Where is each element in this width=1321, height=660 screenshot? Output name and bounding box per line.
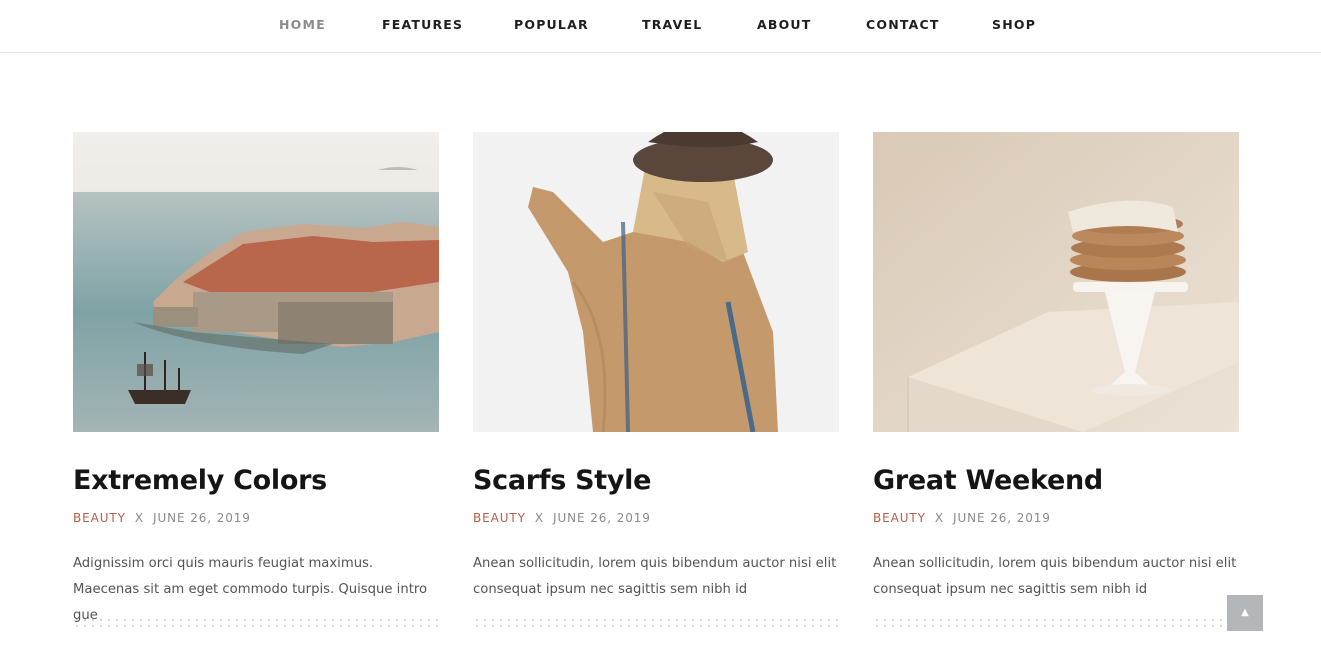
post-date: JUNE 26, 2019 [153,511,251,525]
cookies-on-stand-image [873,132,1239,432]
post-card: Great Weekend BEAUTY X JUNE 26, 2019 Anean… [873,132,1239,631]
post-image-coastal-city[interactable] [73,132,439,432]
nav-contact[interactable]: CONTACT [866,17,940,32]
nav-shop[interactable]: SHOP [992,17,1036,32]
post-title[interactable]: Great Weekend [873,465,1103,496]
post-card: Scarfs Style BEAUTY X JUNE 26, 2019 Anean … [473,132,839,631]
dotted-divider [473,617,839,631]
back-to-top-button[interactable]: ▲ [1227,595,1263,631]
dotted-divider [873,617,1239,631]
meta-separator: X [534,511,544,525]
chevron-up-icon: ▲ [1241,607,1249,618]
post-category-link[interactable]: BEAUTY [73,511,126,525]
post-title[interactable]: Scarfs Style [473,465,651,496]
nav-about[interactable]: ABOUT [757,17,812,32]
post-excerpt: Anean sollicitudin, lorem quis bibendum … [873,556,1237,597]
dotted-divider [73,617,439,631]
meta-separator: X [134,511,144,525]
post-meta: BEAUTY X JUNE 26, 2019 [873,511,1051,525]
nav-features[interactable]: FEATURES [382,17,463,32]
post-card: Extremely Colors BEAUTY X JUNE 26, 2019 Ad… [73,132,439,631]
post-meta: BEAUTY X JUNE 26, 2019 [73,511,251,525]
post-category-link[interactable]: BEAUTY [473,511,526,525]
post-date: JUNE 26, 2019 [553,511,651,525]
meta-separator: X [934,511,944,525]
post-category-link[interactable]: BEAUTY [873,511,926,525]
woman-in-hat-image [473,132,839,432]
nav-popular[interactable]: POPULAR [514,17,589,32]
post-excerpt: Anean sollicitudin, lorem quis bibendum … [473,556,837,597]
coastal-city-image [73,132,439,432]
nav-home[interactable]: HOME [279,17,326,32]
post-image-cookies[interactable] [873,132,1239,432]
nav-travel[interactable]: TRAVEL [642,17,702,32]
post-date: JUNE 26, 2019 [953,511,1051,525]
post-title[interactable]: Extremely Colors [73,465,327,496]
post-image-woman-hat[interactable] [473,132,839,432]
post-meta: BEAUTY X JUNE 26, 2019 [473,511,651,525]
main-navigation: HOME FEATURES POPULAR TRAVEL ABOUT CONTA… [0,0,1321,53]
